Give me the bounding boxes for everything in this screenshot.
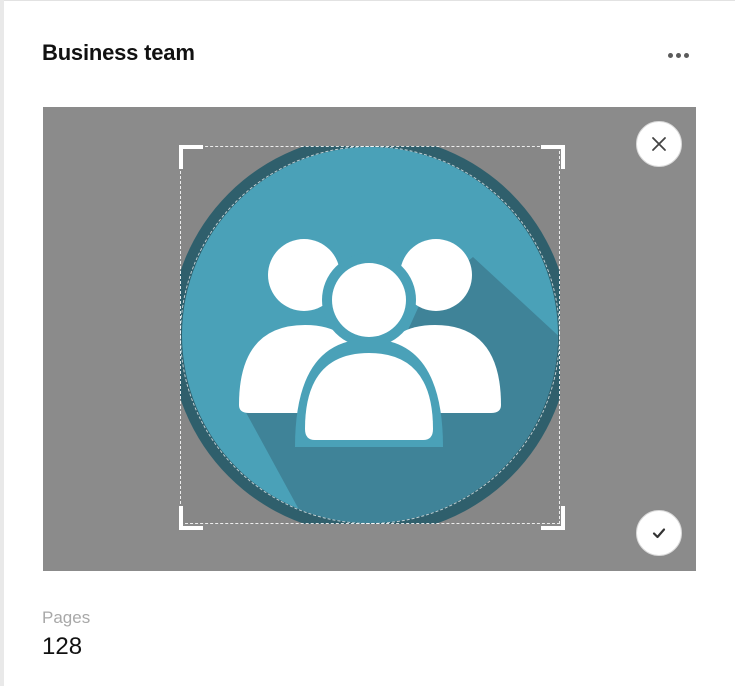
crop-handle-bottom-left[interactable] xyxy=(179,506,203,530)
panel-title: Business team xyxy=(42,40,195,65)
cancel-crop-button[interactable] xyxy=(636,121,682,167)
pages-value: 128 xyxy=(42,633,83,660)
left-pane-edge xyxy=(0,0,4,686)
crop-handle-top-left[interactable] xyxy=(179,145,203,169)
crop-circle-guide xyxy=(180,146,560,524)
more-options-button[interactable] xyxy=(662,44,694,66)
more-horizontal-icon xyxy=(667,52,673,58)
confirm-crop-button[interactable] xyxy=(636,510,682,556)
image-crop-editor[interactable] xyxy=(43,107,696,571)
check-icon xyxy=(652,528,666,539)
top-divider xyxy=(0,0,735,1)
crop-handle-bottom-right[interactable] xyxy=(541,506,565,530)
close-icon xyxy=(652,137,666,151)
pages-label: Pages xyxy=(42,608,91,627)
crop-handle-top-right[interactable] xyxy=(541,145,565,169)
